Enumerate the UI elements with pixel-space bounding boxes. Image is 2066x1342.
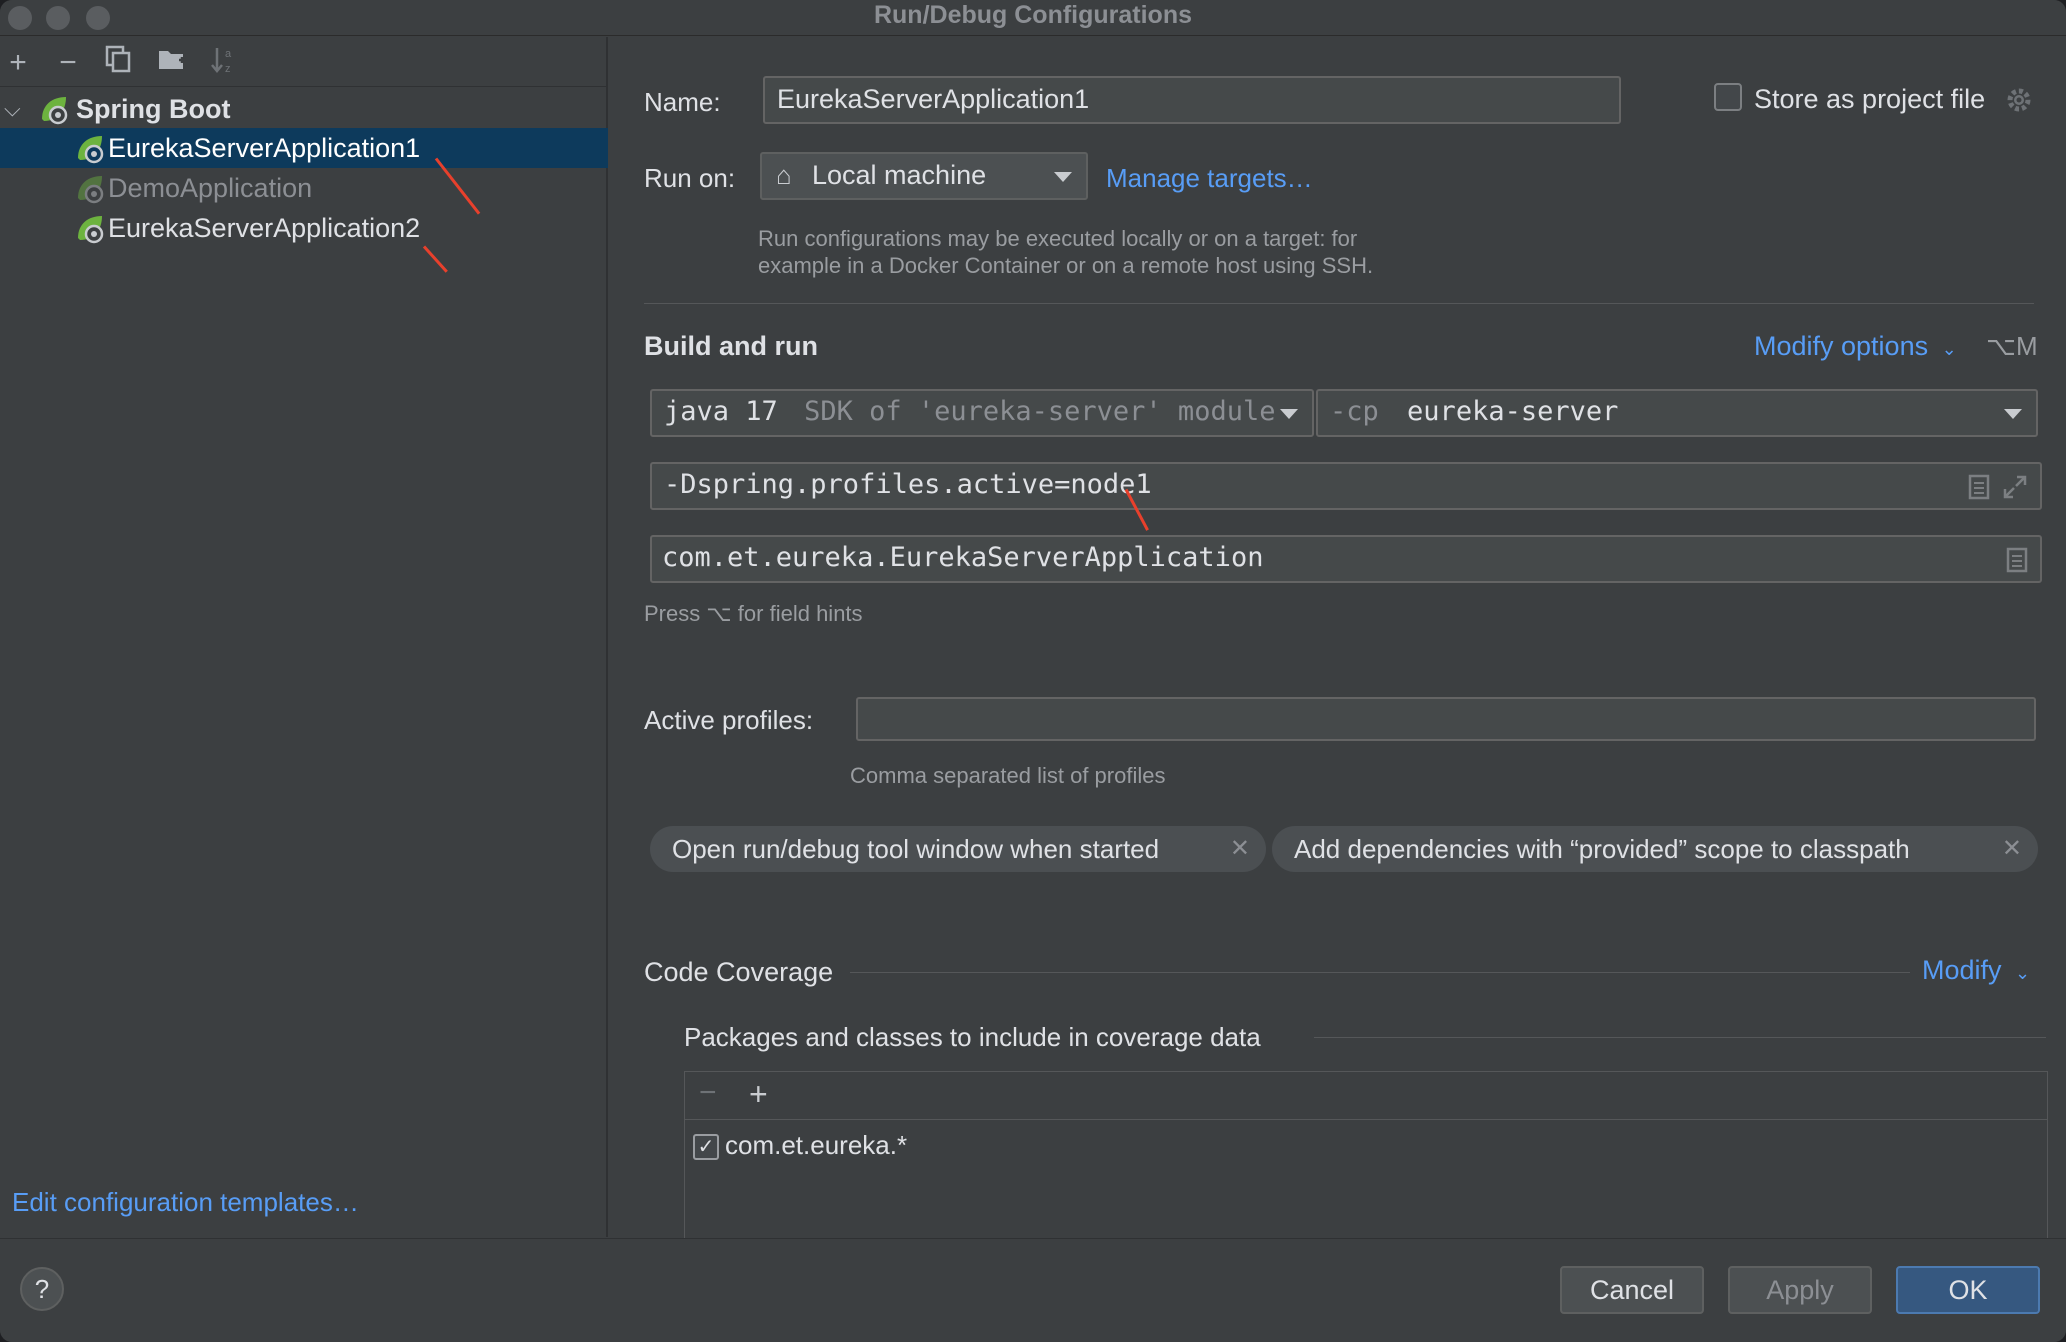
- packages-title: Packages and classes to include in cover…: [684, 1022, 1261, 1052]
- run-on-dropdown[interactable]: ⌂ Local machine: [760, 152, 1088, 200]
- modify-options-shortcut: ⌥M: [1986, 331, 2038, 361]
- name-label: Name:: [644, 87, 721, 117]
- option-chip-open-tool-window[interactable]: Open run/debug tool window when started …: [650, 826, 1266, 872]
- close-icon[interactable]: ✕: [2002, 826, 2022, 872]
- window-title: Run/Debug Configurations: [873, 1, 1193, 29]
- sidebar-toolbar: + − az: [0, 37, 608, 87]
- chevron-down-icon: [2004, 409, 2022, 419]
- tree-group-spring-boot[interactable]: ⌵ Spring Boot: [0, 89, 608, 129]
- configurations-sidebar: + − az ⌵ Spring Boot EurekaServerApplica…: [0, 37, 608, 1237]
- svg-text:a: a: [225, 48, 232, 60]
- ok-button[interactable]: OK: [1896, 1266, 2040, 1314]
- chevron-down-icon: [1054, 172, 1072, 182]
- configuration-editor: Name: EurekaServerApplication1 Store as …: [610, 37, 2066, 1241]
- main-class-value: com.et.eureka.EurekaServerApplication: [662, 542, 1264, 573]
- spring-boot-icon: [42, 97, 68, 125]
- dialog-footer: ? Cancel Apply OK: [0, 1238, 2066, 1342]
- spring-boot-run-icon: [78, 136, 104, 164]
- chevron-down-icon: [1280, 409, 1298, 419]
- divider: [644, 303, 2034, 304]
- copy-icon[interactable]: [100, 45, 136, 81]
- coverage-entry-label: com.et.eureka.*: [725, 1130, 908, 1160]
- coverage-modify-link[interactable]: Modify ⌄: [1922, 955, 2030, 986]
- manage-targets-link[interactable]: Manage targets…: [1106, 163, 1313, 194]
- name-input[interactable]: EurekaServerApplication1: [763, 76, 1621, 124]
- store-as-project-file-checkbox[interactable]: [1714, 83, 1742, 111]
- spring-boot-run-icon: [78, 176, 104, 204]
- modify-options-label: Modify options: [1754, 331, 1929, 361]
- vm-options-input[interactable]: -Dspring.profiles.active=node1: [650, 462, 2042, 510]
- sdk-detail: SDK of 'eureka-server' module: [804, 396, 1276, 427]
- close-icon[interactable]: ✕: [1230, 826, 1250, 872]
- classpath-dropdown[interactable]: -cp eureka-server: [1316, 389, 2038, 437]
- coverage-list-toolbar: − +: [685, 1072, 2047, 1120]
- add-icon[interactable]: +: [749, 1076, 768, 1113]
- help-button[interactable]: ?: [20, 1267, 64, 1311]
- svg-text:z: z: [225, 63, 231, 75]
- code-coverage-title: Code Coverage: [644, 957, 834, 987]
- tree-item-label: DemoApplication: [108, 173, 313, 203]
- tree-item-demo-application[interactable]: DemoApplication: [0, 168, 608, 208]
- chevron-down-icon: ⌄: [1941, 339, 1957, 359]
- sdk-dropdown[interactable]: java 17 SDK of 'eureka-server' module: [650, 389, 1314, 437]
- spring-boot-run-icon: [78, 216, 104, 244]
- active-profiles-input[interactable]: [856, 697, 2036, 741]
- chip-label: Open run/debug tool window when started: [672, 834, 1160, 864]
- divider: [1314, 1037, 2046, 1038]
- add-icon[interactable]: +: [0, 45, 36, 81]
- run-debug-configurations-dialog: Run/Debug Configurations + − az ⌵ Spring…: [0, 0, 2066, 1342]
- build-and-run-title: Build and run: [644, 331, 818, 361]
- option-chip-provided-scope[interactable]: Add dependencies with “provided” scope t…: [1272, 826, 2038, 872]
- tree-item-eureka-server-application-1[interactable]: EurekaServerApplication1: [0, 128, 608, 168]
- tree-item-eureka-server-application-2[interactable]: EurekaServerApplication2: [0, 208, 608, 248]
- remove-icon[interactable]: −: [699, 1076, 717, 1110]
- cp-module: eureka-server: [1407, 396, 1619, 427]
- field-hints-text: Press ⌥ for field hints: [644, 601, 863, 626]
- sdk-version: java 17: [664, 396, 778, 427]
- edit-configuration-templates-link[interactable]: Edit configuration templates…: [12, 1187, 359, 1218]
- expand-icon[interactable]: [2002, 474, 2028, 500]
- run-on-value: Local machine: [812, 160, 987, 190]
- chevron-down-icon: ⌄: [2015, 963, 2031, 983]
- cancel-button[interactable]: Cancel: [1560, 1266, 1704, 1314]
- modify-options-link[interactable]: Modify options ⌄: [1754, 331, 1957, 362]
- store-as-project-file-label: Store as project file: [1754, 84, 1986, 114]
- vm-options-value: -Dspring.profiles.active=node1: [664, 469, 1152, 500]
- active-profiles-hint: Comma separated list of profiles: [850, 763, 1166, 788]
- coverage-entry[interactable]: ✓ com.et.eureka.*: [693, 1128, 1093, 1168]
- new-folder-icon[interactable]: [154, 45, 190, 81]
- run-on-hint-line-1: Run configurations may be executed local…: [758, 226, 1358, 251]
- active-profiles-label: Active profiles:: [644, 705, 814, 735]
- apply-button[interactable]: Apply: [1728, 1266, 1872, 1314]
- gear-icon[interactable]: [2004, 85, 2034, 115]
- document-icon[interactable]: [2006, 547, 2028, 573]
- document-icon[interactable]: [1968, 474, 1990, 500]
- sort-icon[interactable]: az: [206, 45, 242, 81]
- coverage-entry-checkbox[interactable]: ✓: [693, 1134, 719, 1160]
- remove-icon[interactable]: −: [50, 45, 86, 81]
- coverage-packages-list: − + ✓ com.et.eureka.*: [684, 1071, 2048, 1241]
- annotation-arrow: [422, 245, 448, 273]
- main-class-input[interactable]: com.et.eureka.EurekaServerApplication: [650, 535, 2042, 583]
- title-bar: Run/Debug Configurations: [0, 0, 2066, 36]
- coverage-modify-label: Modify: [1922, 955, 2002, 985]
- cp-flag: -cp: [1330, 396, 1379, 427]
- tree-item-label: EurekaServerApplication1: [108, 133, 421, 163]
- run-on-hint-line-2: example in a Docker Container or on a re…: [758, 253, 1374, 278]
- home-icon: ⌂: [776, 160, 792, 190]
- tree-group-label: Spring Boot: [76, 94, 231, 124]
- run-on-label: Run on:: [644, 163, 736, 193]
- chip-label: Add dependencies with “provided” scope t…: [1294, 834, 1910, 864]
- divider: [850, 972, 1910, 973]
- chevron-down-icon[interactable]: ⌵: [4, 89, 21, 129]
- tree-item-label: EurekaServerApplication2: [108, 213, 421, 243]
